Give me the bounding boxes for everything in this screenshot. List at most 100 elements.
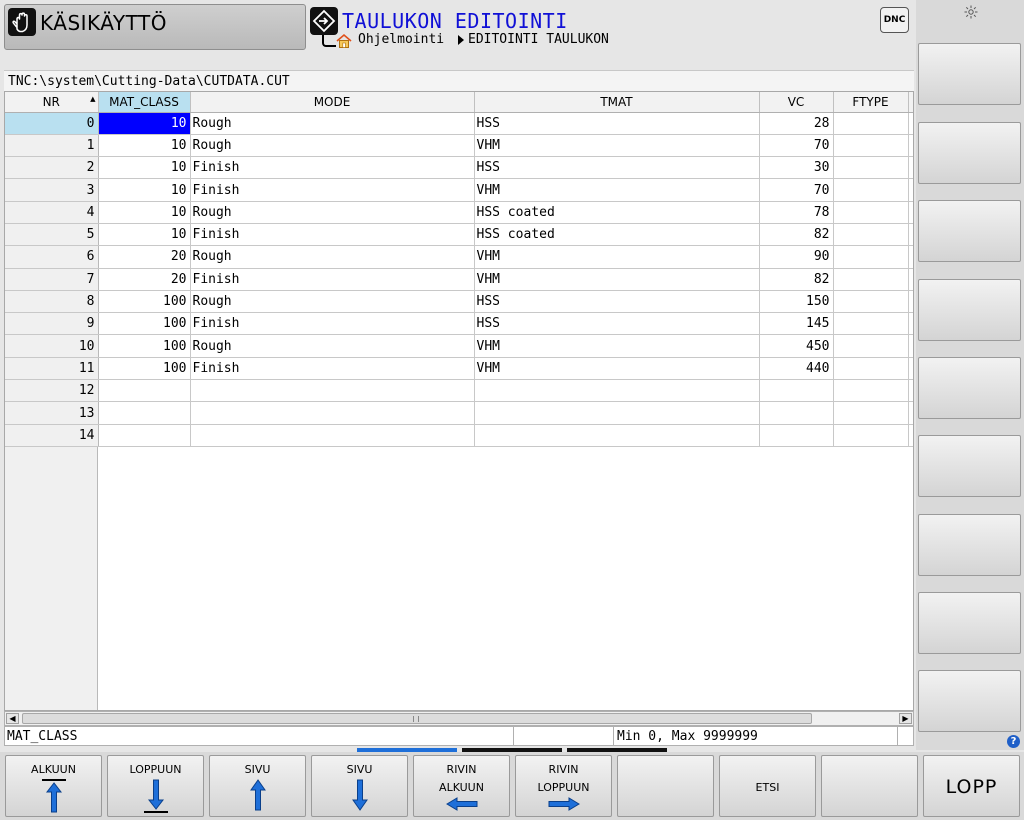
scrollbar-thumb[interactable]	[22, 713, 812, 724]
cell-ftype[interactable]	[833, 178, 909, 202]
vertical-softkey-7[interactable]	[918, 514, 1021, 576]
column-header-vc[interactable]: VC	[759, 92, 834, 113]
cell-vc[interactable]: 70	[759, 134, 834, 158]
cell-mode[interactable]	[190, 401, 475, 425]
cell-ftype[interactable]	[833, 245, 909, 269]
cell-mat-class[interactable]: 10	[98, 201, 191, 224]
table-area[interactable]: NR ▲ MAT_CLASS MODE TMAT VC FTYPE 0 10 Roug…	[4, 91, 914, 711]
cell-mat-class[interactable]	[98, 379, 191, 403]
cell-tmat[interactable]: HSS coated	[474, 223, 760, 247]
page-down-button[interactable]: SIVU	[311, 755, 408, 817]
cell-mode[interactable]	[190, 424, 475, 447]
table-row[interactable]: 7 20 Finish VHM 82	[5, 268, 913, 291]
column-header-ftype[interactable]: FTYPE	[833, 92, 909, 113]
line-start-button[interactable]: RIVIN ALKUUN	[413, 755, 510, 817]
cell-mat-class[interactable]: 10	[98, 134, 191, 158]
cell-mat-class[interactable]: 100	[98, 357, 191, 381]
cell-tmat[interactable]: VHM	[474, 245, 760, 269]
cell-ftype[interactable]	[833, 112, 909, 135]
table-row[interactable]: 5 10 Finish HSS coated 82	[5, 223, 913, 247]
cell-tmat[interactable]: HSS	[474, 156, 760, 180]
cell-mat-class[interactable]: 10	[98, 112, 191, 135]
cell-tmat[interactable]: VHM	[474, 357, 760, 381]
vertical-softkey-8[interactable]	[918, 592, 1021, 654]
cell-vc[interactable]: 82	[759, 268, 834, 291]
cell-mat-class[interactable]: 10	[98, 223, 191, 247]
cell-mat-class[interactable]: 10	[98, 178, 191, 202]
cell-tmat[interactable]: VHM	[474, 268, 760, 291]
cell-mode[interactable]: Rough	[190, 134, 475, 158]
cell-vc[interactable]: 90	[759, 245, 834, 269]
cell-vc[interactable]: 30	[759, 156, 834, 180]
cell-tmat[interactable]: VHM	[474, 178, 760, 202]
column-header-mode[interactable]: MODE	[190, 92, 475, 113]
cell-vc[interactable]: 70	[759, 178, 834, 202]
cell-mode[interactable]: Rough	[190, 112, 475, 135]
cell-vc[interactable]: 82	[759, 223, 834, 247]
column-header-mat-class[interactable]: MAT_CLASS	[98, 92, 191, 113]
cell-mat-class[interactable]: 20	[98, 268, 191, 291]
cell-mat-class[interactable]	[98, 401, 191, 425]
table-row[interactable]: 3 10 Finish VHM 70	[5, 178, 913, 202]
scroll-left-icon[interactable]: ◀	[6, 713, 19, 724]
cell-vc[interactable]: 78	[759, 201, 834, 224]
cell-vc[interactable]: 28	[759, 112, 834, 135]
table-row[interactable]: 1 10 Rough VHM 70	[5, 134, 913, 158]
cell-ftype[interactable]	[833, 156, 909, 180]
cell-ftype[interactable]	[833, 134, 909, 158]
cell-mode[interactable]: Rough	[190, 334, 475, 358]
table-row[interactable]: 9 100 Finish HSS 145	[5, 312, 913, 336]
cell-tmat[interactable]	[474, 424, 760, 447]
table-row[interactable]: 14	[5, 424, 913, 447]
cell-mat-class[interactable]: 100	[98, 312, 191, 336]
cell-mat-class[interactable]: 100	[98, 290, 191, 314]
cell-ftype[interactable]	[833, 334, 909, 358]
loppuun-button[interactable]: LOPPUUN	[107, 755, 204, 817]
cell-mode[interactable]: Finish	[190, 357, 475, 381]
scroll-right-icon[interactable]: ▶	[899, 713, 912, 724]
cell-vc[interactable]	[759, 424, 834, 447]
cell-tmat[interactable]: HSS	[474, 112, 760, 135]
cell-tmat[interactable]: HSS	[474, 312, 760, 336]
cell-ftype[interactable]	[833, 312, 909, 336]
page-up-button[interactable]: SIVU	[209, 755, 306, 817]
table-row[interactable]: 2 10 Finish HSS 30	[5, 156, 913, 180]
cell-vc[interactable]: 450	[759, 334, 834, 358]
cell-tmat[interactable]	[474, 401, 760, 425]
table-row[interactable]: 8 100 Rough HSS 150	[5, 290, 913, 314]
table-row[interactable]: 10 100 Rough VHM 450	[5, 334, 913, 358]
cell-ftype[interactable]	[833, 290, 909, 314]
cell-tmat[interactable]	[474, 379, 760, 403]
cell-vc[interactable]: 440	[759, 357, 834, 381]
vertical-softkey-9[interactable]	[918, 670, 1021, 732]
column-header-tmat[interactable]: TMAT	[474, 92, 760, 113]
cell-ftype[interactable]	[833, 223, 909, 247]
cell-ftype[interactable]	[833, 201, 909, 224]
cell-mode[interactable]: Rough	[190, 245, 475, 269]
softkey-empty-1[interactable]	[617, 755, 714, 817]
cell-vc[interactable]	[759, 401, 834, 425]
end-button[interactable]: LOPP	[923, 755, 1020, 817]
vertical-softkey-6[interactable]	[918, 435, 1021, 497]
cell-mode[interactable]: Finish	[190, 178, 475, 202]
breadcrumb-item-ohjelmointi[interactable]: Ohjelmointi	[358, 32, 444, 47]
cutting-data-table[interactable]: NR ▲ MAT_CLASS MODE TMAT VC FTYPE 0 10 Roug…	[5, 92, 913, 447]
cell-vc[interactable]: 145	[759, 312, 834, 336]
vertical-softkey-2[interactable]	[918, 122, 1021, 184]
cell-mode[interactable]: Finish	[190, 312, 475, 336]
cell-vc[interactable]: 150	[759, 290, 834, 314]
table-row[interactable]: 11 100 Finish VHM 440	[5, 357, 913, 381]
cell-mat-class[interactable]: 100	[98, 334, 191, 358]
cell-ftype[interactable]	[833, 379, 909, 403]
vertical-softkey-4[interactable]	[918, 279, 1021, 341]
cell-tmat[interactable]: HSS coated	[474, 201, 760, 224]
vertical-softkey-5[interactable]	[918, 357, 1021, 419]
mode-manual-tab[interactable]: KÄSIKÄYTTÖ	[4, 4, 306, 50]
cell-ftype[interactable]	[833, 268, 909, 291]
cell-tmat[interactable]: HSS	[474, 290, 760, 314]
cell-mode[interactable]: Rough	[190, 290, 475, 314]
cell-mode[interactable]	[190, 379, 475, 403]
cell-tmat[interactable]: VHM	[474, 334, 760, 358]
cell-mode[interactable]: Rough	[190, 201, 475, 224]
cell-mode[interactable]: Finish	[190, 156, 475, 180]
